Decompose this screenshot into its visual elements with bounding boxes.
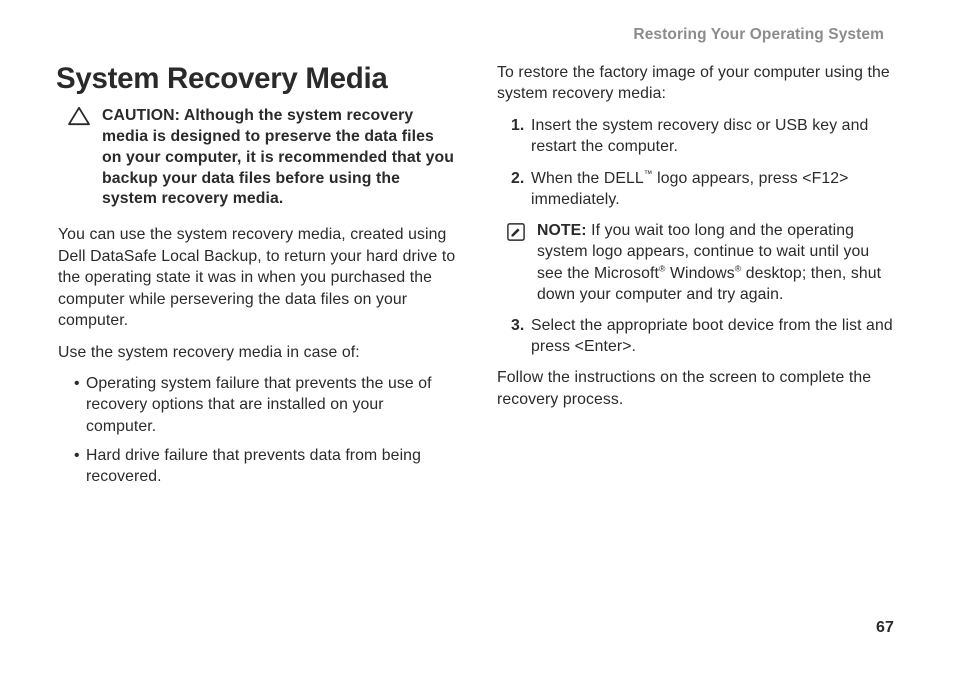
bullet-item: Operating system failure that prevents t… (76, 373, 457, 437)
note-label: NOTE: (537, 222, 587, 239)
two-column-layout: System Recovery Media CAUTION: Although … (58, 62, 896, 496)
page-number: 67 (876, 619, 894, 637)
note-text: NOTE: If you wait too long and the opera… (537, 220, 896, 305)
paragraph: Follow the instructions on the screen to… (497, 367, 896, 410)
trademark-symbol: ™ (644, 168, 653, 178)
left-column: System Recovery Media CAUTION: Although … (58, 62, 457, 496)
note-block: NOTE: If you wait too long and the opera… (507, 220, 896, 305)
note-body: Windows (666, 265, 735, 282)
right-column: To restore the factory image of your com… (497, 62, 896, 496)
paragraph: To restore the factory image of your com… (497, 62, 896, 105)
caution-block: CAUTION: Although the system recovery me… (68, 106, 457, 210)
caution-text: CAUTION: Although the system recovery me… (102, 106, 457, 210)
step-text: When the DELL (531, 170, 644, 187)
step-item: When the DELL™ logo appears, press <F12>… (511, 168, 896, 211)
manual-page: Restoring Your Operating System System R… (0, 0, 954, 677)
step-list: Insert the system recovery disc or USB k… (497, 115, 896, 210)
step-item: Select the appropriate boot device from … (511, 315, 896, 358)
caution-triangle-icon (68, 106, 92, 210)
running-head: Restoring Your Operating System (58, 26, 884, 44)
step-list-continued: Select the appropriate boot device from … (497, 315, 896, 358)
paragraph: Use the system recovery media in case of… (58, 342, 457, 363)
step-item: Insert the system recovery disc or USB k… (511, 115, 896, 158)
paragraph: You can use the system recovery media, c… (58, 224, 457, 331)
bullet-list: Operating system failure that prevents t… (58, 373, 457, 488)
section-title: System Recovery Media (56, 62, 457, 96)
bullet-item: Hard drive failure that prevents data fr… (76, 445, 457, 488)
note-pencil-icon (507, 223, 527, 305)
